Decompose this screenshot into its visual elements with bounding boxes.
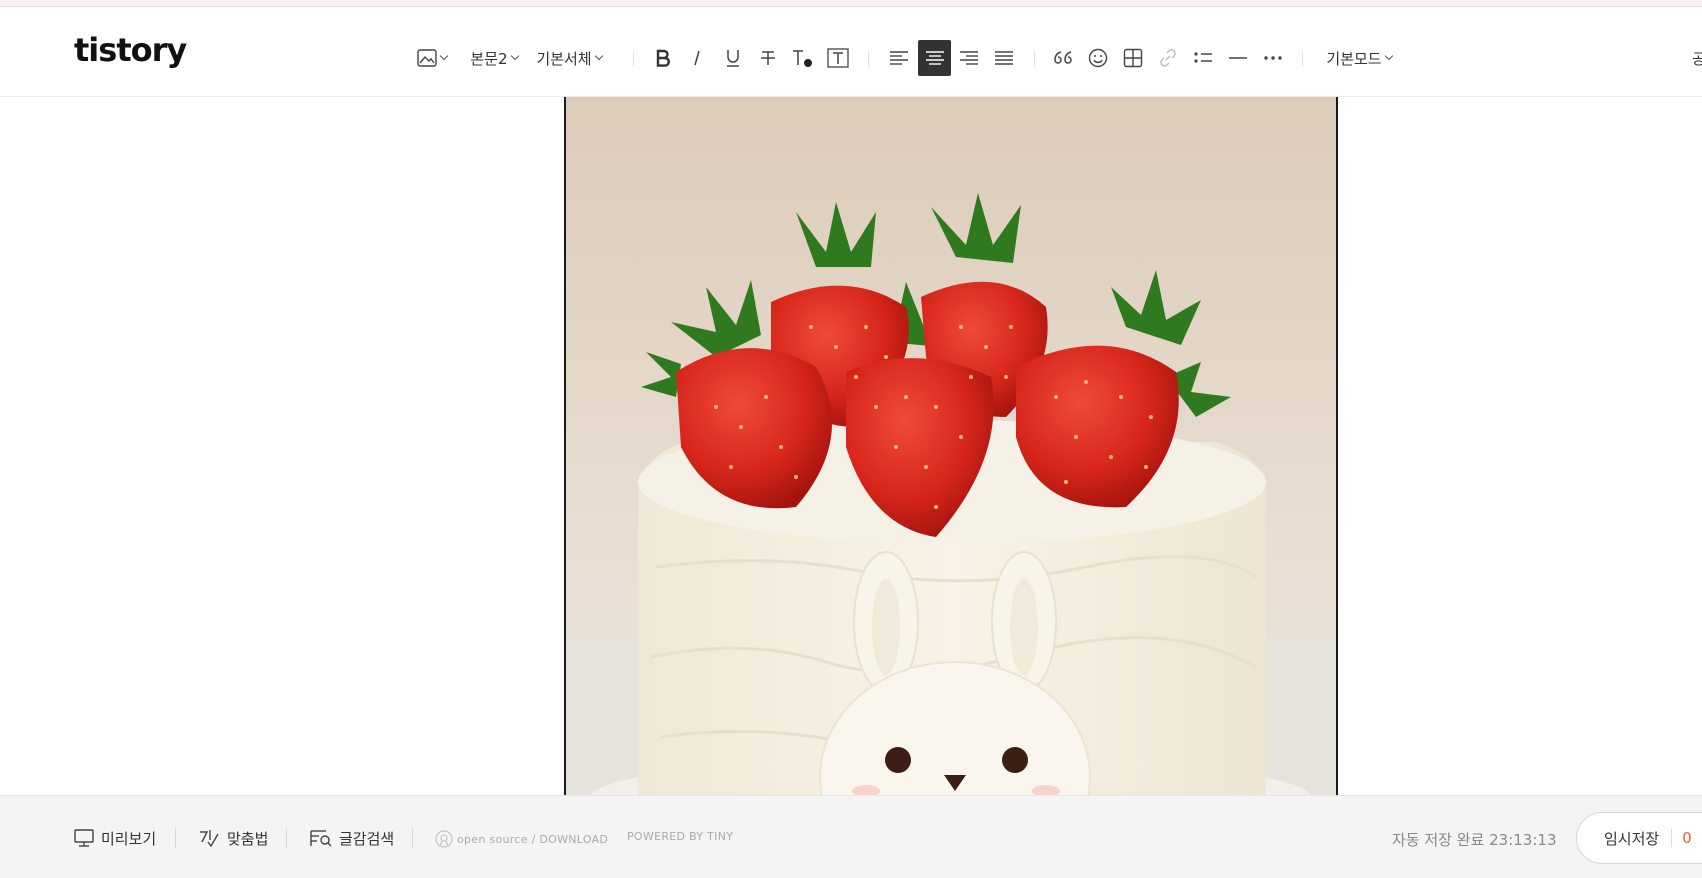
text-color-button[interactable] [787,40,817,76]
header-right-cutoff[interactable]: 공 [1692,40,1702,76]
link-icon [1160,49,1176,67]
chevron-down-icon [594,51,603,61]
preview-label: 미리보기 [101,829,157,848]
footer-divider [412,828,413,848]
spellcheck-button[interactable]: 맞춤법 [198,826,268,850]
powered-by-label: POWERED BY TINY [627,830,734,843]
font-family-select[interactable]: 기본서체 [533,40,605,76]
more-button[interactable] [1258,40,1288,76]
align-left-button[interactable] [884,40,914,76]
toolbar-divider [868,51,869,67]
spellcheck-icon [200,830,219,848]
underline-button[interactable] [718,40,748,76]
align-center-button[interactable] [918,40,951,76]
preview-button[interactable]: 미리보기 [74,826,156,850]
strikethrough-icon [761,51,775,65]
temp-save-count: 0 [1671,829,1692,847]
strawberry-bunny-cake-image [566,97,1336,795]
chevron-down-icon [510,51,519,61]
search-document-icon [310,830,332,847]
bold-icon [656,49,670,67]
open-source-link[interactable]: open source / DOWNLOAD [435,830,608,848]
text-background-button[interactable] [823,40,853,76]
underline-icon [727,50,739,67]
text-background-icon [827,48,849,68]
editor-header: tistory 본문2 기본서체 기본모드 공 [0,7,1702,97]
paragraph-style-select[interactable]: 본문2 [466,40,522,76]
text-color-icon [793,50,812,67]
insert-image-button[interactable] [415,40,449,76]
more-dots-icon [1264,56,1282,60]
temp-save-label: 임시저장 [1604,829,1660,848]
horizontal-line-icon [1229,57,1247,59]
editor-mode-select[interactable]: 기본모드 [1322,40,1396,76]
tistory-logo[interactable]: tistory [74,31,187,69]
cake-photo[interactable] [564,97,1338,795]
font-family-label: 기본서체 [536,49,592,68]
material-search-label: 글감검색 [339,829,395,848]
editor-footer: 미리보기 맞춤법 글감검색 open source / DOWNLOAD POW… [0,795,1702,878]
monitor-icon [74,829,94,847]
powered-by-tiny-link[interactable]: POWERED BY TINY [627,830,733,843]
autosave-time: 23:13:13 [1489,831,1557,849]
bold-button[interactable] [648,40,678,76]
autosave-label: 자동 저장 완료 [1392,831,1485,849]
link-button[interactable] [1153,40,1183,76]
top-accent-bar [0,0,1702,7]
strikethrough-button[interactable] [753,40,783,76]
align-center-icon [925,51,944,65]
emoticon-button[interactable] [1083,40,1113,76]
table-icon [1123,48,1143,68]
quote-icon [1054,51,1072,64]
horizontal-rule-button[interactable] [1223,40,1253,76]
smiley-icon [1088,48,1108,68]
material-search-button[interactable]: 글감검색 [310,826,394,850]
toolbar-divider [1034,51,1035,67]
toolbar-divider [633,51,634,67]
footer-divider [175,828,176,848]
align-right-icon [960,51,978,65]
table-button[interactable] [1118,40,1148,76]
cutoff-label: 공 [1692,49,1702,68]
align-justify-icon [995,51,1013,65]
open-source-icon [435,830,453,848]
italic-icon [694,50,700,66]
bullet-list-button[interactable] [1188,40,1218,76]
align-right-button[interactable] [954,40,984,76]
align-justify-button[interactable] [989,40,1019,76]
paragraph-style-label: 본문2 [470,49,508,68]
italic-button[interactable] [682,40,712,76]
bullet-list-icon [1194,52,1212,63]
chevron-down-icon [439,51,449,61]
editor-content-area[interactable] [0,97,1702,795]
footer-divider [286,828,287,848]
editor-mode-label: 기본모드 [1326,49,1382,68]
chevron-down-icon [1384,51,1393,61]
temp-save-button[interactable]: 임시저장 0 [1576,812,1702,864]
image-icon [417,49,437,67]
quote-button[interactable] [1048,40,1078,76]
spellcheck-label: 맞춤법 [227,829,269,848]
toolbar-divider [1302,51,1303,67]
autosave-status: 자동 저장 완료 23:13:13 [1392,829,1557,850]
logo-text: tistory [74,31,187,69]
open-source-label: open source / DOWNLOAD [457,832,609,846]
align-left-icon [890,51,908,65]
